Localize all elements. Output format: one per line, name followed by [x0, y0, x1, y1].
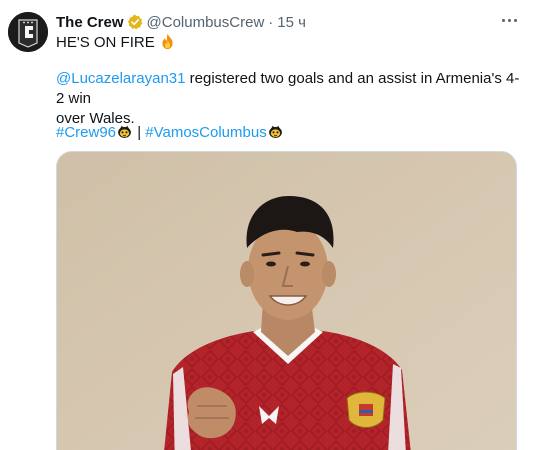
tweet-text-line-1: HE'S ON FIRE: [56, 33, 526, 53]
tweet-text-body: @Lucazelarayan31 registered two goals an…: [56, 69, 526, 129]
headline-text: HE'S ON FIRE: [56, 34, 155, 51]
hashtag-divider: |: [133, 124, 146, 141]
player-photo: [57, 152, 516, 450]
verified-badge-icon[interactable]: [127, 14, 143, 30]
tweet-media-photo[interactable]: [56, 151, 517, 450]
more-dots-icon[interactable]: [496, 10, 522, 30]
tweet-hashtags: #Crew96 | #VamosColumbus: [56, 123, 526, 143]
header-separator: ·: [268, 13, 274, 31]
mention-link[interactable]: @Lucazelarayan31: [56, 70, 185, 87]
tweet[interactable]: The Crew @ColumbusCrew · 15 ч HE'S ON FI…: [0, 0, 545, 450]
fire-emoji: [159, 33, 176, 50]
author-avatar[interactable]: [8, 12, 48, 52]
hashtag-crew96[interactable]: #Crew96: [56, 124, 116, 141]
author-handle[interactable]: @ColumbusCrew: [147, 14, 265, 31]
bee-emoji: [267, 123, 284, 140]
tweet-timestamp[interactable]: 15 ч: [277, 14, 306, 31]
author-display-name[interactable]: The Crew: [56, 14, 124, 31]
bee-emoji: [116, 123, 133, 140]
tweet-header: The Crew @ColumbusCrew · 15 ч: [56, 12, 306, 32]
hashtag-vamoscolumbus[interactable]: #VamosColumbus: [145, 124, 266, 141]
columbus-crew-logo: [8, 12, 48, 52]
armenia-crest: [346, 391, 386, 428]
